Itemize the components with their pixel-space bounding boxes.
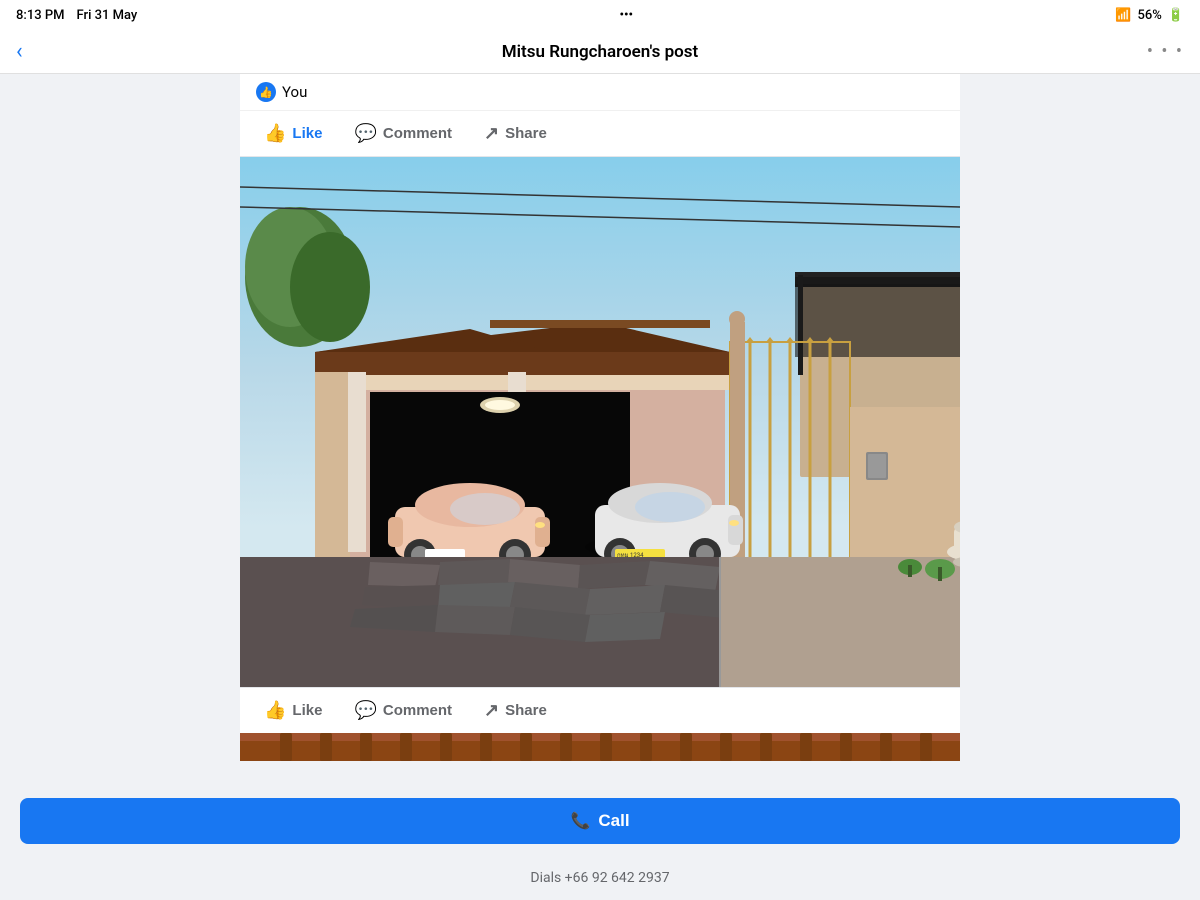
- main-content: 👍 You 👍 Like 💬 Comment ↗ Share: [0, 74, 1200, 786]
- date: Fri 31 May: [77, 8, 138, 23]
- comment-label-top: Comment: [383, 125, 452, 142]
- comment-button-top[interactable]: 💬 Comment: [338, 115, 468, 152]
- like-icon-top: 👍: [264, 123, 286, 144]
- comment-button-bottom[interactable]: 💬 Comment: [338, 692, 468, 729]
- status-bar-dots: •••: [619, 8, 633, 23]
- reaction-count-text: You: [282, 83, 307, 101]
- like-label-top: Like: [292, 125, 322, 142]
- top-action-buttons: 👍 Like 💬 Comment ↗ Share: [240, 111, 960, 157]
- status-bar-left: 8:13 PM Fri 31 May: [16, 8, 137, 23]
- comment-label-bottom: Comment: [383, 702, 452, 719]
- call-button[interactable]: 📞 Call: [20, 798, 1180, 844]
- share-button-bottom[interactable]: ↗ Share: [468, 692, 563, 729]
- time: 8:13 PM: [16, 8, 65, 23]
- like-button-top[interactable]: 👍 Like: [248, 115, 338, 152]
- post-card: 👍 You 👍 Like 💬 Comment ↗ Share: [240, 74, 960, 761]
- reaction-wrapper: 👍 You: [256, 82, 307, 102]
- bottom-action-buttons: 👍 Like 💬 Comment ↗ Share: [240, 687, 960, 733]
- house-scene-svg: กทม 1234: [240, 157, 960, 687]
- share-label-top: Share: [505, 125, 547, 142]
- post-image[interactable]: กทม 1234: [240, 157, 960, 687]
- call-bar: 📞 Call: [0, 786, 1200, 856]
- nav-bar: ‹ Mitsu Rungcharoen's post • • •: [0, 30, 1200, 74]
- phone-icon: 📞: [570, 811, 590, 831]
- share-icon-bottom: ↗: [484, 700, 499, 721]
- more-options-button[interactable]: • • •: [1147, 41, 1184, 62]
- reaction-bar: 👍 You: [240, 74, 960, 111]
- like-button-bottom[interactable]: 👍 Like: [248, 692, 338, 729]
- comment-icon-top: 💬: [354, 123, 376, 144]
- like-label-bottom: Like: [292, 702, 322, 719]
- like-icon-bottom: 👍: [264, 700, 286, 721]
- page-title: Mitsu Rungcharoen's post: [502, 42, 698, 62]
- dials-number: Dials +66 92 642 2937: [530, 870, 669, 886]
- back-button[interactable]: ‹: [16, 39, 23, 64]
- scroll-area[interactable]: 👍 You 👍 Like 💬 Comment ↗ Share: [240, 74, 960, 786]
- call-button-label: Call: [598, 811, 629, 831]
- status-bar: 8:13 PM Fri 31 May ••• 📶 56% 🔋: [0, 0, 1200, 30]
- comment-icon-bottom: 💬: [354, 700, 376, 721]
- share-button-top[interactable]: ↗ Share: [468, 115, 563, 152]
- status-bar-right: 📶 56% 🔋: [1115, 8, 1184, 23]
- share-label-bottom: Share: [505, 702, 547, 719]
- wifi-icon: 📶: [1115, 8, 1131, 23]
- share-icon-top: ↗: [484, 123, 499, 144]
- dials-bar: Dials +66 92 642 2937: [0, 856, 1200, 900]
- battery-percent: 56%: [1137, 8, 1161, 23]
- partial-image-svg: [240, 733, 960, 761]
- like-reaction-icon: 👍: [256, 82, 276, 102]
- battery-icon: 🔋: [1168, 8, 1184, 23]
- partial-next-image: [240, 733, 960, 761]
